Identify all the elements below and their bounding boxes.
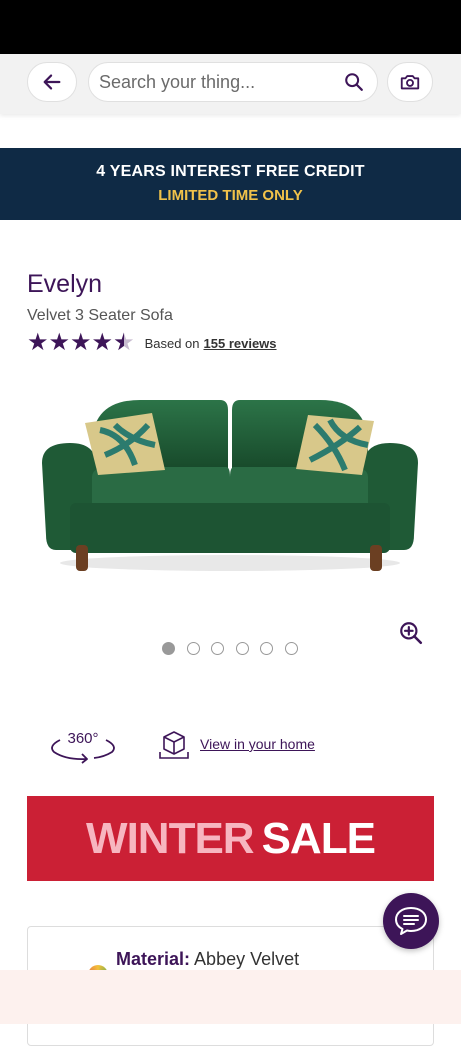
- camera-search-button[interactable]: [387, 62, 433, 102]
- sale-word-winter: WINTER: [86, 813, 255, 863]
- material-value: Abbey Velvet: [194, 949, 300, 969]
- view-360-button[interactable]: 360°: [46, 728, 120, 764]
- status-bar: [0, 0, 461, 54]
- pagination-dot[interactable]: [211, 642, 224, 655]
- pagination-dot[interactable]: [284, 642, 298, 655]
- product-title: Evelyn: [27, 270, 103, 298]
- image-pagination: [162, 642, 309, 655]
- promo-headline: 4 YEARS INTEREST FREE CREDIT: [96, 163, 365, 180]
- zoom-button[interactable]: [398, 620, 424, 646]
- material-label: Material:: [116, 949, 191, 969]
- camera-icon: [400, 75, 420, 90]
- pagination-dot[interactable]: [186, 642, 200, 655]
- star-icon: ★: [48, 329, 71, 356]
- pagination-dot[interactable]: [260, 642, 273, 655]
- pagination-dot[interactable]: [235, 642, 249, 655]
- star-icon: ★: [70, 329, 92, 356]
- top-bar: [0, 54, 461, 114]
- search-box[interactable]: [88, 62, 378, 102]
- chat-button[interactable]: [383, 893, 439, 949]
- product-image[interactable]: [30, 385, 430, 605]
- view-360-label: 360°: [67, 730, 99, 747]
- half-star-icon: ★: [113, 331, 135, 356]
- search-input[interactable]: [99, 71, 343, 93]
- material-row: Material: Abbey Velvet: [116, 949, 299, 970]
- back-arrow-icon: [43, 74, 61, 90]
- star-icon: ★: [27, 329, 49, 356]
- star-icon: ★: [91, 329, 114, 356]
- product-subtitle: Velvet 3 Seater Sofa: [27, 307, 173, 324]
- back-button[interactable]: [27, 62, 77, 102]
- star-rating: ★ ★ ★ ★ ★: [27, 329, 135, 356]
- reviews-link[interactable]: 155 reviews: [204, 336, 277, 351]
- sofa-image: [42, 400, 418, 571]
- bottom-bar: [0, 970, 461, 1024]
- promo-subline: LIMITED TIME ONLY: [158, 187, 303, 204]
- based-on-label: Based on: [144, 335, 200, 351]
- view-in-home-link[interactable]: View in your home: [200, 736, 315, 752]
- pagination-dot[interactable]: [162, 642, 175, 655]
- chat-icon: [395, 907, 427, 935]
- product-rating: ★ ★ ★ ★ ★ Based on 155 reviews: [27, 329, 277, 356]
- promo-banner[interactable]: 4 YEARS INTEREST FREE CREDIT LIMITED TIM…: [0, 148, 461, 220]
- winter-sale-banner[interactable]: WINTER SALE: [27, 796, 434, 881]
- search-icon[interactable]: [343, 71, 365, 93]
- sale-word-sale: SALE: [261, 813, 376, 863]
- zoom-in-icon: [400, 622, 423, 645]
- ar-box-icon: [159, 731, 189, 759]
- view-in-home-button[interactable]: View in your home: [158, 728, 315, 760]
